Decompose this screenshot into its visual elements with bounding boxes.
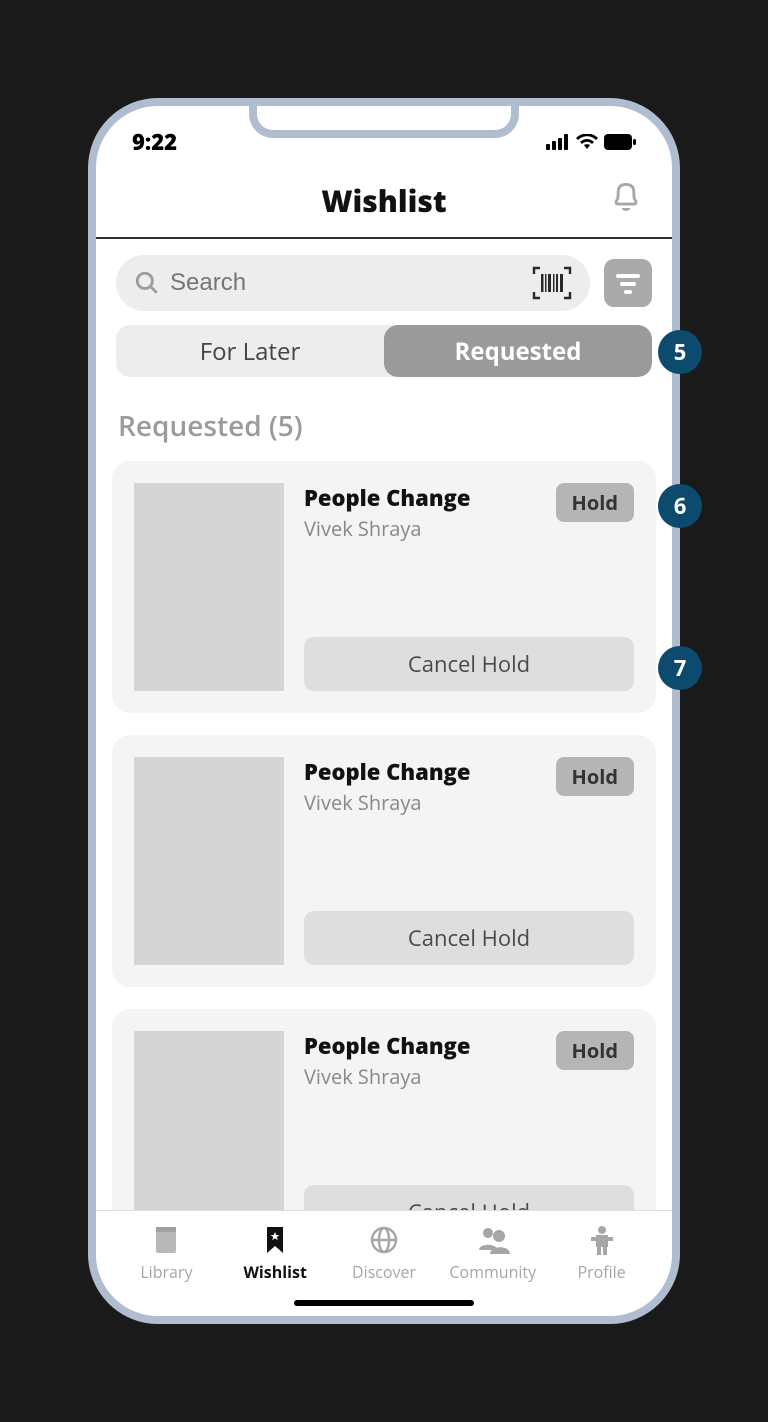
card-body: People Change Vivek Shraya Hold Cancel H… bbox=[304, 1031, 634, 1239]
book-title: People Change bbox=[304, 483, 470, 513]
filter-icon bbox=[614, 272, 642, 294]
tab-label: Discover bbox=[352, 1261, 416, 1283]
wifi-icon bbox=[576, 134, 598, 150]
status-badge: Hold bbox=[556, 483, 634, 522]
requested-list[interactable]: People Change Vivek Shraya Hold Cancel H… bbox=[96, 461, 672, 1281]
list-item[interactable]: People Change Vivek Shraya Hold Cancel H… bbox=[112, 461, 656, 713]
tab-label: Community bbox=[449, 1261, 536, 1283]
bookmark-icon bbox=[263, 1225, 287, 1255]
battery-icon bbox=[604, 134, 636, 150]
card-body: People Change Vivek Shraya Hold Cancel H… bbox=[304, 757, 634, 965]
search-input[interactable] bbox=[170, 269, 522, 297]
book-author: Vivek Shraya bbox=[304, 789, 470, 816]
tab-requested[interactable]: Requested bbox=[384, 325, 652, 377]
list-item[interactable]: People Change Vivek Shraya Hold Cancel H… bbox=[112, 735, 656, 987]
page-title: Wishlist bbox=[321, 180, 446, 221]
tab-label: Library bbox=[140, 1261, 192, 1283]
book-author: Vivek Shraya bbox=[304, 1063, 470, 1090]
search-icon bbox=[134, 270, 160, 296]
home-indicator[interactable] bbox=[294, 1300, 474, 1306]
status-badge: Hold bbox=[556, 757, 634, 796]
book-cover[interactable] bbox=[134, 757, 284, 965]
search-row bbox=[96, 239, 672, 321]
globe-icon bbox=[369, 1225, 399, 1255]
status-icons bbox=[546, 134, 636, 150]
tab-library[interactable]: Library bbox=[112, 1223, 221, 1283]
annotation-callout-6: 6 bbox=[658, 484, 702, 528]
book-cover[interactable] bbox=[134, 483, 284, 691]
book-author: Vivek Shraya bbox=[304, 515, 470, 542]
person-icon bbox=[589, 1225, 615, 1255]
signal-icon bbox=[546, 134, 570, 150]
annotation-callout-7: 7 bbox=[658, 646, 702, 690]
tab-community[interactable]: Community bbox=[438, 1223, 547, 1283]
book-cover[interactable] bbox=[134, 1031, 284, 1239]
book-title: People Change bbox=[304, 757, 470, 787]
people-icon bbox=[476, 1226, 510, 1254]
search-box[interactable] bbox=[116, 255, 590, 311]
barcode-scan-icon[interactable] bbox=[532, 266, 572, 300]
phone-frame: 9:22 Wishlist bbox=[88, 98, 680, 1324]
card-body: People Change Vivek Shraya Hold Cancel H… bbox=[304, 483, 634, 691]
tab-wishlist[interactable]: Wishlist bbox=[221, 1223, 330, 1283]
status-badge: Hold bbox=[556, 1031, 634, 1070]
tab-label: Profile bbox=[577, 1261, 625, 1283]
library-icon bbox=[152, 1225, 180, 1255]
tab-discover[interactable]: Discover bbox=[330, 1223, 439, 1283]
tab-profile[interactable]: Profile bbox=[547, 1223, 656, 1283]
book-title: People Change bbox=[304, 1031, 470, 1061]
tab-for-later[interactable]: For Later bbox=[116, 325, 384, 377]
device-notch bbox=[249, 98, 519, 138]
cancel-hold-button[interactable]: Cancel Hold bbox=[304, 637, 634, 691]
bell-icon bbox=[610, 180, 642, 214]
filter-button[interactable] bbox=[604, 259, 652, 307]
tab-label: Wishlist bbox=[243, 1261, 306, 1283]
annotation-callout-5: 5 bbox=[658, 330, 702, 374]
app-header: Wishlist bbox=[96, 162, 672, 239]
notifications-button[interactable] bbox=[610, 180, 642, 219]
cancel-hold-button[interactable]: Cancel Hold bbox=[304, 911, 634, 965]
segmented-control: For Later Requested bbox=[116, 325, 652, 377]
status-time: 9:22 bbox=[132, 127, 177, 157]
section-title: Requested (5) bbox=[96, 389, 672, 461]
